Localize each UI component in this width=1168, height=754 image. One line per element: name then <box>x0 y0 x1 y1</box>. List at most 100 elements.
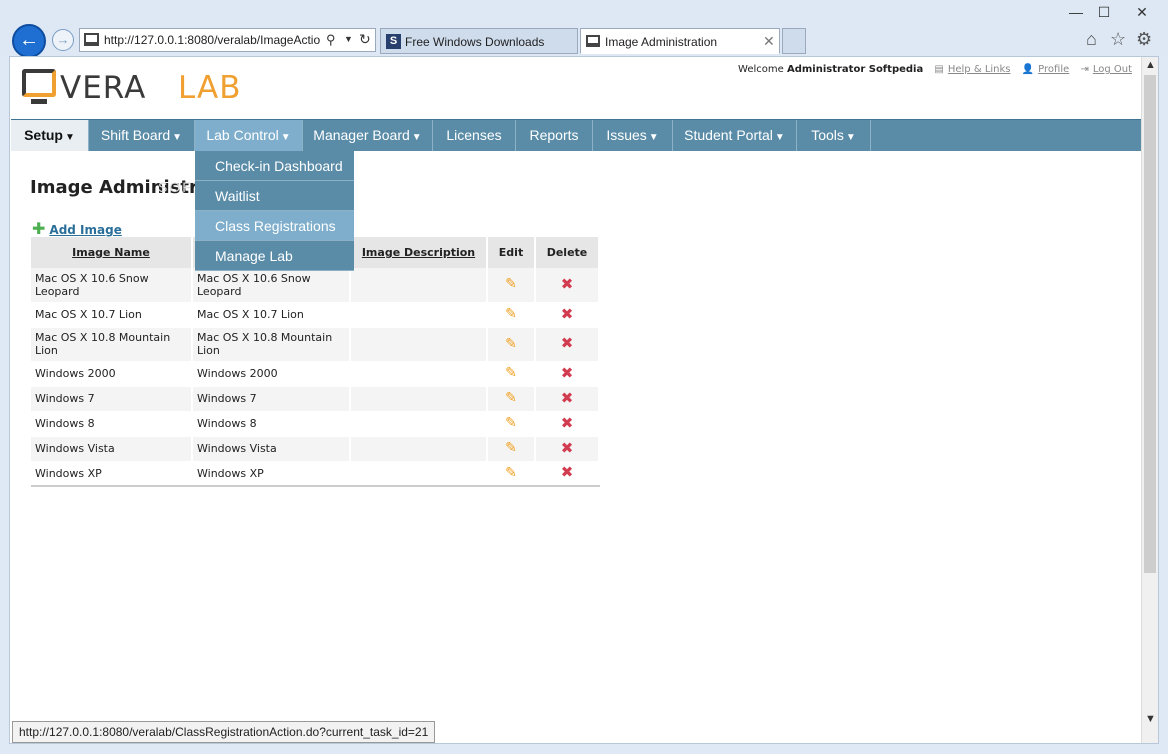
user-bar: Welcome Administrator Softpedia ▤ Help & … <box>738 64 1132 75</box>
cell-description <box>350 327 488 362</box>
cell-delete: ✖ <box>535 411 600 437</box>
image-table: Image Name Image Description Edit Delete… <box>31 237 600 487</box>
nav-manager-board[interactable]: Manager Board ▼ <box>303 120 433 151</box>
col-image-name[interactable]: Image Name <box>31 237 193 268</box>
chevron-down-icon[interactable]: ▼ <box>1145 713 1156 725</box>
monitor-logo-icon <box>22 69 56 97</box>
table-row: Windows 2000 Windows 2000 ✎ ✖ <box>31 361 600 387</box>
refresh-icon[interactable]: ↻ <box>359 31 371 48</box>
cell-delete: ✖ <box>535 436 600 462</box>
nav-reports[interactable]: Reports <box>516 120 593 151</box>
cell-label: Mac OS X 10.8 Mountain Lion <box>192 327 351 362</box>
profile-link[interactable]: Profile <box>1038 64 1069 75</box>
back-button[interactable]: ← <box>12 24 46 58</box>
new-tab-button[interactable] <box>782 28 806 54</box>
maximize-button[interactable]: ☐ <box>1092 4 1116 20</box>
delete-x-icon[interactable]: ✖ <box>561 389 574 407</box>
caret-down-icon: ▼ <box>64 132 75 143</box>
menu-item-class-registrations[interactable]: Class Registrations <box>195 211 354 241</box>
nav-setup[interactable]: Setup ▼ <box>11 120 89 151</box>
pencil-edit-icon[interactable]: ✎ <box>505 415 517 431</box>
cell-delete: ✖ <box>535 361 600 387</box>
nav-lab-control[interactable]: Lab Control ▼ <box>195 120 303 151</box>
minimize-button[interactable]: — <box>1064 4 1088 20</box>
nav-label: Manager Board <box>313 127 410 143</box>
gear-icon[interactable]: ⚙ <box>1136 29 1152 50</box>
browser-chrome: — ☐ ✕ ← → http://127.0.0.1:8080/veralab/… <box>0 0 1168 58</box>
pencil-edit-icon[interactable]: ✎ <box>505 276 517 292</box>
table-row: Windows Vista Windows Vista ✎ ✖ <box>31 436 600 462</box>
cell-label: Windows Vista <box>192 436 351 462</box>
arrow-right-icon: → <box>56 32 70 47</box>
delete-x-icon[interactable]: ✖ <box>561 305 574 323</box>
table-row: Windows XP Windows XP ✎ ✖ <box>31 461 600 487</box>
tab-image-administration[interactable]: Image Administration ✕ <box>580 28 780 54</box>
delete-x-icon[interactable]: ✖ <box>561 334 574 352</box>
logo-text: VERA <box>60 70 147 106</box>
scroll-thumb[interactable] <box>1144 75 1156 573</box>
cell-edit: ✎ <box>487 461 536 487</box>
col-image-description[interactable]: Image Description <box>350 237 488 268</box>
delete-x-icon[interactable]: ✖ <box>561 463 574 481</box>
cell-edit: ✎ <box>487 411 536 437</box>
pencil-edit-icon[interactable]: ✎ <box>505 336 517 352</box>
table-row: Mac OS X 10.6 Snow Leopard Mac OS X 10.6… <box>31 268 600 303</box>
nav-label: Lab Control <box>206 127 279 143</box>
nav-issues[interactable]: Issues ▼ <box>593 120 673 151</box>
nav-shift-board[interactable]: Shift Board ▼ <box>89 120 195 151</box>
delete-x-icon[interactable]: ✖ <box>561 439 574 457</box>
cell-description <box>350 386 488 412</box>
pencil-edit-icon[interactable]: ✎ <box>505 390 517 406</box>
col-delete: Delete <box>535 237 600 268</box>
user-name: Administrator Softpedia <box>786 64 924 75</box>
menu-item-check-in-dashboard[interactable]: Check-in Dashboard <box>195 151 354 181</box>
logout-link[interactable]: Log Out <box>1093 64 1132 75</box>
cell-name: Mac OS X 10.8 Mountain Lion <box>31 327 193 362</box>
cell-name: Windows 2000 <box>31 361 193 387</box>
caret-down-icon: ▼ <box>648 132 659 143</box>
pencil-edit-icon[interactable]: ✎ <box>505 440 517 456</box>
softpedia-favicon-icon: S <box>386 34 401 49</box>
address-text[interactable]: http://127.0.0.1:8080/veralab/ImageActio <box>104 33 320 47</box>
cell-description <box>350 302 488 328</box>
forward-button[interactable]: → <box>52 29 74 51</box>
cell-label: Mac OS X 10.6 Snow Leopard <box>192 268 351 303</box>
home-icon[interactable]: ⌂ <box>1086 29 1097 50</box>
header-label: Image Name <box>72 246 150 259</box>
close-window-button[interactable]: ✕ <box>1130 4 1154 20</box>
delete-x-icon[interactable]: ✖ <box>561 364 574 382</box>
cell-description <box>350 436 488 462</box>
caret-down-icon: ▼ <box>280 132 291 143</box>
cell-delete: ✖ <box>535 302 600 328</box>
tab-free-windows-downloads[interactable]: S Free Windows Downloads <box>380 28 578 54</box>
help-links-link[interactable]: Help & Links <box>948 64 1011 75</box>
star-icon[interactable]: ☆ <box>1110 29 1126 50</box>
pencil-edit-icon[interactable]: ✎ <box>505 365 517 381</box>
delete-x-icon[interactable]: ✖ <box>561 275 574 293</box>
add-image-link[interactable]: Add Image <box>49 223 121 237</box>
delete-x-icon[interactable]: ✖ <box>561 414 574 432</box>
chevron-up-icon[interactable]: ▲ <box>1145 59 1156 71</box>
menu-item-waitlist[interactable]: Waitlist <box>195 181 354 211</box>
cell-description <box>350 361 488 387</box>
nav-tools[interactable]: Tools ▼ <box>797 120 871 151</box>
header-label: Image Description <box>361 246 476 259</box>
search-icon[interactable]: ⚲ <box>326 32 336 48</box>
address-bar[interactable]: http://127.0.0.1:8080/veralab/ImageActio… <box>79 28 376 52</box>
menu-item-manage-lab[interactable]: Manage Lab <box>195 241 354 271</box>
pencil-edit-icon[interactable]: ✎ <box>505 306 517 322</box>
cell-description <box>350 268 488 303</box>
document-icon: ▤ <box>934 64 944 75</box>
close-tab-icon[interactable]: ✕ <box>763 33 775 50</box>
nav-student-portal[interactable]: Student Portal ▼ <box>673 120 797 151</box>
welcome-text: Welcome Administrator Softpedia <box>738 64 923 75</box>
veralab-logo[interactable]: VERA LAB <box>20 69 260 109</box>
add-image-action[interactable]: ✚ Add Image <box>32 219 122 238</box>
nav-licenses[interactable]: Licenses <box>433 120 516 151</box>
lab-control-dropdown: Check-in Dashboard Waitlist Class Regist… <box>195 151 354 271</box>
chevron-down-icon[interactable]: ▼ <box>344 34 353 44</box>
cell-delete: ✖ <box>535 386 600 412</box>
pencil-edit-icon[interactable]: ✎ <box>505 465 517 481</box>
vertical-scrollbar[interactable]: ▲ ▼ <box>1141 57 1158 743</box>
monitor-logo-stand <box>31 99 47 104</box>
